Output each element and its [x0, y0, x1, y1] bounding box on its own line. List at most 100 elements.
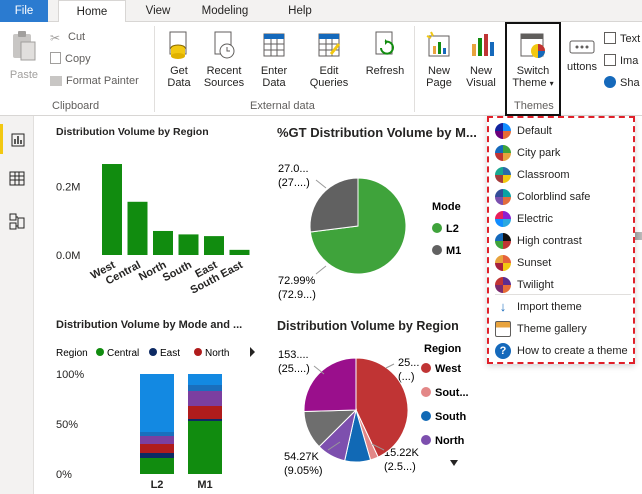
theme-palette-icon — [495, 123, 511, 139]
switch-theme-label-2: Theme ▾ — [512, 77, 554, 89]
theme-palette-icon — [495, 277, 511, 293]
table-view-icon — [9, 171, 25, 186]
paste-icon — [13, 31, 36, 61]
import-theme-item[interactable]: ↓ Import theme — [489, 296, 633, 318]
bar-chart[interactable]: 0.2M0.0MWestCentralNorthSouth EastSouth E… — [54, 142, 264, 312]
stacked-column-chart[interactable]: Region Central East North 100% 50% 0% L2 M1 — [54, 340, 264, 490]
pie-chart-2-title: Distribution Volume by Region — [277, 319, 459, 333]
left-navigation — [0, 116, 34, 494]
ribbon: Paste ✂ Cut Copy Format Painter Clipboard… — [0, 22, 642, 116]
pie2-data-label: (25....) — [278, 363, 310, 375]
theme-item-label: Electric — [517, 213, 554, 225]
table-icon — [263, 33, 285, 57]
clock-icon — [214, 31, 235, 59]
new-visual-label: New — [469, 65, 492, 77]
clipboard-group-label: Clipboard — [52, 100, 100, 112]
copy-button[interactable]: Copy — [50, 52, 91, 66]
stack-legend-item: East — [160, 348, 180, 359]
bar — [153, 230, 173, 255]
pie1-data-label: 27.0... — [278, 163, 309, 175]
switch-theme-label: Switch — [516, 65, 550, 77]
theme-item-label: Colorblind safe — [517, 191, 591, 203]
leader-line — [315, 179, 327, 189]
pie-chart-2[interactable]: 153.... (25....) 25... (...) 54.27K (9.0… — [274, 338, 484, 494]
enter-data-button[interactable]: Enter Data — [255, 30, 293, 89]
theme-item[interactable]: Twilight — [489, 274, 633, 296]
theme-gallery-item[interactable]: Theme gallery — [489, 318, 633, 340]
legend-marker — [432, 245, 442, 255]
theme-item[interactable]: High contrast — [489, 230, 633, 252]
stack-legend-title: Region — [56, 348, 88, 359]
pie1-data-label: 72.99% — [278, 275, 316, 287]
theme-palette-icon — [495, 233, 511, 249]
leader-line — [315, 265, 327, 275]
pie2-legend-item: West — [435, 363, 461, 375]
pie-chart-1[interactable]: 27.0... (27....) 72.99% (72.9...) Mode L… — [274, 144, 484, 314]
y-tick-label: 50% — [56, 419, 78, 431]
switch-theme-button[interactable]: Switch Theme ▾ — [508, 30, 558, 90]
stack-segment — [188, 374, 222, 385]
data-view-button[interactable] — [0, 164, 34, 194]
get-data-button[interactable]: Get Data — [160, 30, 198, 89]
theme-item[interactable]: Default — [489, 120, 633, 142]
stack-segment — [140, 432, 174, 436]
edit-queries-label: Edit — [319, 65, 339, 77]
legend-scroll-down-icon — [450, 460, 458, 466]
new-visual-icon — [472, 34, 494, 56]
themes-group-label: Themes — [514, 100, 554, 112]
theme-palette-icon — [495, 167, 511, 183]
tab-help[interactable]: Help — [278, 0, 322, 22]
shapes-button[interactable]: Sha — [604, 76, 640, 90]
stack-segment — [140, 444, 174, 453]
theme-item[interactable]: Colorblind safe — [489, 186, 633, 208]
buttons-button[interactable]: uttons — [562, 38, 602, 73]
image-button[interactable]: Ima — [604, 54, 638, 68]
pie1-legend-title: Mode — [432, 201, 461, 213]
menu-divider — [495, 294, 631, 295]
how-to-create-theme-item[interactable]: ? How to create a theme — [489, 340, 633, 362]
pie1-legend-item: M1 — [446, 245, 461, 257]
theme-item[interactable]: Electric — [489, 208, 633, 230]
stack-segment — [140, 374, 174, 432]
image-icon — [604, 54, 616, 66]
theme-item[interactable]: Sunset — [489, 252, 633, 274]
cut-button[interactable]: ✂ Cut — [50, 30, 85, 44]
text-box-button[interactable]: Text — [604, 32, 640, 46]
separator — [154, 26, 155, 112]
tab-file[interactable]: File — [0, 0, 48, 22]
paste-button[interactable]: Paste — [6, 30, 42, 81]
pie2-legend-title: Region — [424, 343, 462, 355]
tab-view[interactable]: View — [135, 0, 181, 22]
copy-icon — [50, 52, 61, 64]
gallery-icon — [495, 321, 511, 337]
recent-sources-button[interactable]: Recent Sources — [201, 30, 247, 89]
text-box-icon — [604, 32, 616, 44]
bar — [204, 236, 224, 255]
theme-item-label: Default — [517, 125, 552, 137]
refresh-icon — [375, 31, 394, 55]
pie1-legend-item: L2 — [446, 223, 459, 235]
stacked-chart-title: Distribution Volume by Mode and ... — [56, 319, 243, 331]
theme-item[interactable]: City park — [489, 142, 633, 164]
tab-modeling[interactable]: Modeling — [190, 0, 260, 22]
theme-palette-icon — [495, 211, 511, 227]
new-page-button[interactable]: New Page — [420, 30, 458, 89]
pie2-data-label: 54.27K — [284, 451, 320, 463]
stack-segment — [188, 385, 222, 391]
theme-item-label: Twilight — [517, 279, 554, 291]
legend-marker — [421, 387, 431, 397]
model-view-button[interactable] — [0, 206, 34, 236]
pie2-data-label: (9.05%) — [284, 465, 323, 477]
bar — [102, 164, 122, 255]
edit-queries-button[interactable]: Edit Queries — [304, 30, 354, 89]
bar — [178, 234, 199, 255]
report-view-button[interactable] — [0, 124, 34, 154]
new-visual-button[interactable]: New Visual — [462, 30, 500, 89]
tab-home[interactable]: Home — [58, 0, 126, 23]
format-painter-button[interactable]: Format Painter — [50, 74, 139, 88]
legend-marker — [194, 348, 202, 356]
theme-item[interactable]: Classroom — [489, 164, 633, 186]
recent-sources-label: Recent — [206, 65, 242, 77]
model-view-icon — [9, 213, 25, 230]
refresh-button[interactable]: Refresh — [362, 30, 408, 77]
